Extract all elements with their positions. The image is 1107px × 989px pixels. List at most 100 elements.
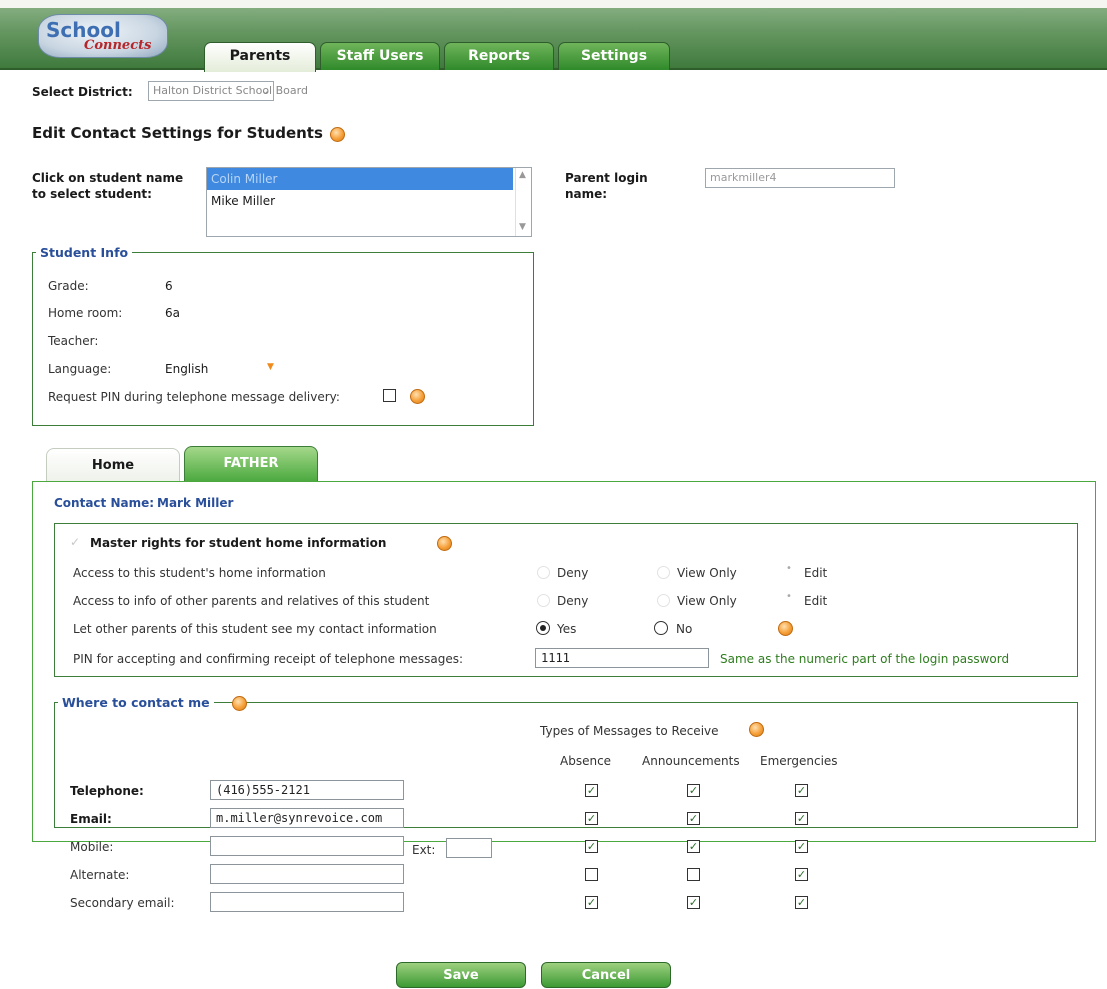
column-header-emergencies: Emergencies [760,754,838,768]
teacher-label: Teacher: [48,334,99,348]
student-listbox[interactable]: Colin Miller Mike Miller ▲ ▼ [206,167,532,237]
checkmark-icon: ✓ [586,784,597,797]
message-type-checkbox[interactable]: ✓ [795,868,808,881]
help-icon[interactable] [232,696,247,711]
contact-method-input[interactable]: (416)555-2121 [210,780,404,800]
tab-father-label: FATHER [223,456,279,471]
grade-label: Grade: [48,279,89,293]
share-no-radio[interactable] [654,621,668,635]
contact-method-label: Secondary email: [70,896,175,910]
message-type-checkbox[interactable]: ✓ [585,784,598,797]
tab-staff-users[interactable]: Staff Users [320,42,440,70]
message-type-checkbox[interactable]: ✓ [585,840,598,853]
tab-reports-label: Reports [468,48,530,64]
message-type-checkbox[interactable]: ✓ [585,896,598,909]
view-only-radio[interactable] [657,594,670,607]
contact-name-label: Contact Name: [54,496,155,510]
help-icon[interactable] [749,722,764,737]
deny-radio[interactable] [537,594,550,607]
scroll-up-icon[interactable]: ▲ [519,170,526,180]
message-type-checkbox[interactable]: ✓ [585,812,598,825]
pin-note: Same as the numeric part of the login pa… [720,652,1010,666]
tab-father[interactable]: FATHER [184,446,318,482]
contact-method-input[interactable] [210,836,404,856]
student-list-item[interactable]: Mike Miller [207,190,513,212]
column-header-absence: Absence [560,754,612,768]
help-icon[interactable] [437,536,452,551]
checkmark-icon: ✓ [688,896,699,909]
language-value: English [165,362,209,376]
message-type-checkbox[interactable] [687,868,700,881]
contact-method-input[interactable] [210,864,404,884]
edit-label: Edit [804,566,828,580]
message-type-checkbox[interactable]: ✓ [687,896,700,909]
master-rights-checkbox[interactable]: ✓ [70,535,80,549]
district-label: Select District: [32,85,133,99]
edit-radio[interactable]: • [786,563,792,574]
listbox-scrollbar[interactable]: ▲ ▼ [515,168,531,236]
radio-selected-dot [540,625,546,631]
tab-home[interactable]: Home [46,448,180,482]
language-select[interactable]: English ▼ [165,358,275,378]
help-icon[interactable] [410,389,425,404]
column-header-announcements: Announcements [642,754,740,768]
message-type-checkbox[interactable]: ✓ [687,784,700,797]
tab-reports[interactable]: Reports [444,42,554,70]
save-button[interactable]: Save [396,962,526,988]
edit-label: Edit [804,594,828,608]
tab-home-label: Home [91,458,135,473]
ext-input[interactable] [446,838,492,858]
pin-request-checkbox[interactable] [383,389,396,402]
contact-method-input[interactable]: m.miller@synrevoice.com [210,808,404,828]
message-type-checkbox[interactable]: ✓ [687,840,700,853]
checkmark-icon: ✓ [796,896,807,909]
tab-parents[interactable]: Parents [204,42,316,72]
message-type-checkbox[interactable]: ✓ [795,896,808,909]
contact-method-label: Email: [70,812,112,826]
share-yes-radio[interactable] [536,621,550,635]
parent-login-label: Parent login name: [565,170,648,202]
pin-label: PIN for accepting and confirming receipt… [73,652,464,666]
help-icon[interactable] [778,621,793,636]
contact-method-label: Alternate: [70,868,130,882]
contact-method-input[interactable] [210,892,404,912]
share-contact-label: Let other parents of this student see my… [73,622,437,636]
help-icon[interactable] [330,127,345,142]
parent-login-label-line1: Parent login [565,171,648,185]
checkmark-icon: ✓ [688,812,699,825]
homeroom-value: 6a [165,306,180,320]
edit-radio[interactable]: • [786,591,792,602]
message-type-checkbox[interactable] [585,868,598,881]
message-type-checkbox[interactable]: ✓ [795,812,808,825]
deny-label: Deny [557,566,589,580]
district-select-value: Halton District School Board [153,84,308,97]
message-type-checkbox[interactable]: ✓ [687,812,700,825]
checkmark-icon: ✓ [586,840,597,853]
ext-label: Ext: [412,843,436,857]
message-type-checkbox[interactable]: ✓ [795,784,808,797]
rights-row-label: Access to this student's home informatio… [73,566,326,580]
deny-radio[interactable] [537,566,550,579]
cancel-button[interactable]: Cancel [541,962,671,988]
checkmark-icon: ✓ [796,812,807,825]
checkmark-icon: ✓ [688,840,699,853]
message-type-checkbox[interactable]: ✓ [795,840,808,853]
student-info-legend: Student Info [36,245,133,260]
student-select-label-line2: to select student: [32,187,152,201]
tab-settings[interactable]: Settings [558,42,670,70]
pin-input[interactable]: 1111 [535,648,709,668]
page-title: Edit Contact Settings for Students [32,124,323,142]
checkmark-icon: ✓ [586,812,597,825]
master-rights-label: Master rights for student home informati… [90,536,387,550]
student-select-label-line1: Click on student name [32,171,184,185]
grade-value: 6 [165,279,173,293]
scroll-down-icon[interactable]: ▼ [519,222,526,232]
where-to-contact-legend: Where to contact me [58,695,214,710]
student-list-item[interactable]: Colin Miller [207,168,513,190]
dropdown-arrow-icon[interactable]: ▼ [267,362,274,372]
view-only-radio[interactable] [657,566,670,579]
homeroom-label: Home room: [48,306,123,320]
district-select[interactable]: Halton District School Board ⌄ [148,81,308,101]
parent-login-field: markmiller4 [705,168,895,188]
checkmark-icon: ✓ [796,868,807,881]
